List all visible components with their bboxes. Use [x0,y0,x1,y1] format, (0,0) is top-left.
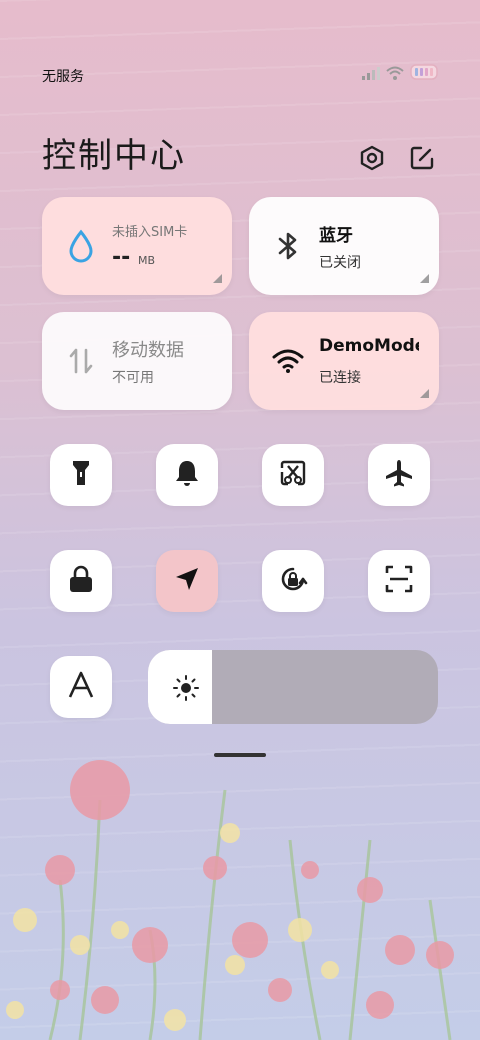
airplane-icon [384,458,414,492]
mobile-data-tile[interactable]: 移动数据 不可用 [42,312,232,410]
location-toggle[interactable] [156,550,218,612]
expand-corner-icon [213,274,222,283]
brightness-slider[interactable] [148,650,438,724]
wifi-status: 已连接 [319,370,361,386]
home-indicator[interactable] [214,753,266,757]
airplane-mode-toggle[interactable] [368,444,430,506]
wifi-network-name: DemoMode [319,336,419,356]
sim-status-label: 未插入SIM卡 [112,225,188,240]
sun-icon [172,674,200,702]
lock-screen-toggle[interactable] [50,550,112,612]
bluetooth-label: 蓝牙 [319,226,353,246]
flashlight-icon [70,459,92,491]
lock-icon [68,564,94,598]
expand-corner-icon [420,389,429,398]
flashlight-toggle[interactable] [50,444,112,506]
settings-icon[interactable] [356,142,388,174]
data-usage-unit: MB [138,254,156,267]
bluetooth-icon [271,229,305,263]
carrier-text: 无服务 [42,69,84,85]
data-usage-tile[interactable]: 未插入SIM卡 -- MB [42,197,232,295]
data-usage-value: -- [112,245,131,270]
mobile-data-status: 不可用 [112,370,154,386]
bell-icon [174,459,200,491]
screenshot-toggle[interactable] [262,444,324,506]
page-title: 控制中心 [42,136,186,176]
wifi-status-icon [386,65,404,84]
wifi-icon [271,344,305,378]
expand-corner-icon [420,274,429,283]
mobile-data-label: 移动数据 [112,340,184,361]
font-size-icon [67,671,95,703]
water-drop-icon [64,229,98,263]
font-size-toggle[interactable] [50,656,112,718]
title-actions [356,142,438,174]
edit-icon[interactable] [406,142,438,174]
scan-icon [384,564,414,598]
scanner-toggle[interactable] [368,550,430,612]
status-bar: 无服务 [0,60,480,90]
sound-toggle[interactable] [156,444,218,506]
status-icons [362,64,438,84]
mobile-data-arrows-icon [64,344,98,378]
screenshot-icon [278,458,308,492]
wifi-tile[interactable]: DemoMode 已连接 [249,312,439,410]
location-icon [173,565,201,597]
rotation-lock-icon [277,563,309,599]
wallpaper-flowers [6,760,454,1040]
bluetooth-status: 已关闭 [319,255,361,271]
rotation-lock-toggle[interactable] [262,550,324,612]
signal-icon [362,65,380,84]
bluetooth-tile[interactable]: 蓝牙 已关闭 [249,197,439,295]
battery-icon [410,64,438,84]
